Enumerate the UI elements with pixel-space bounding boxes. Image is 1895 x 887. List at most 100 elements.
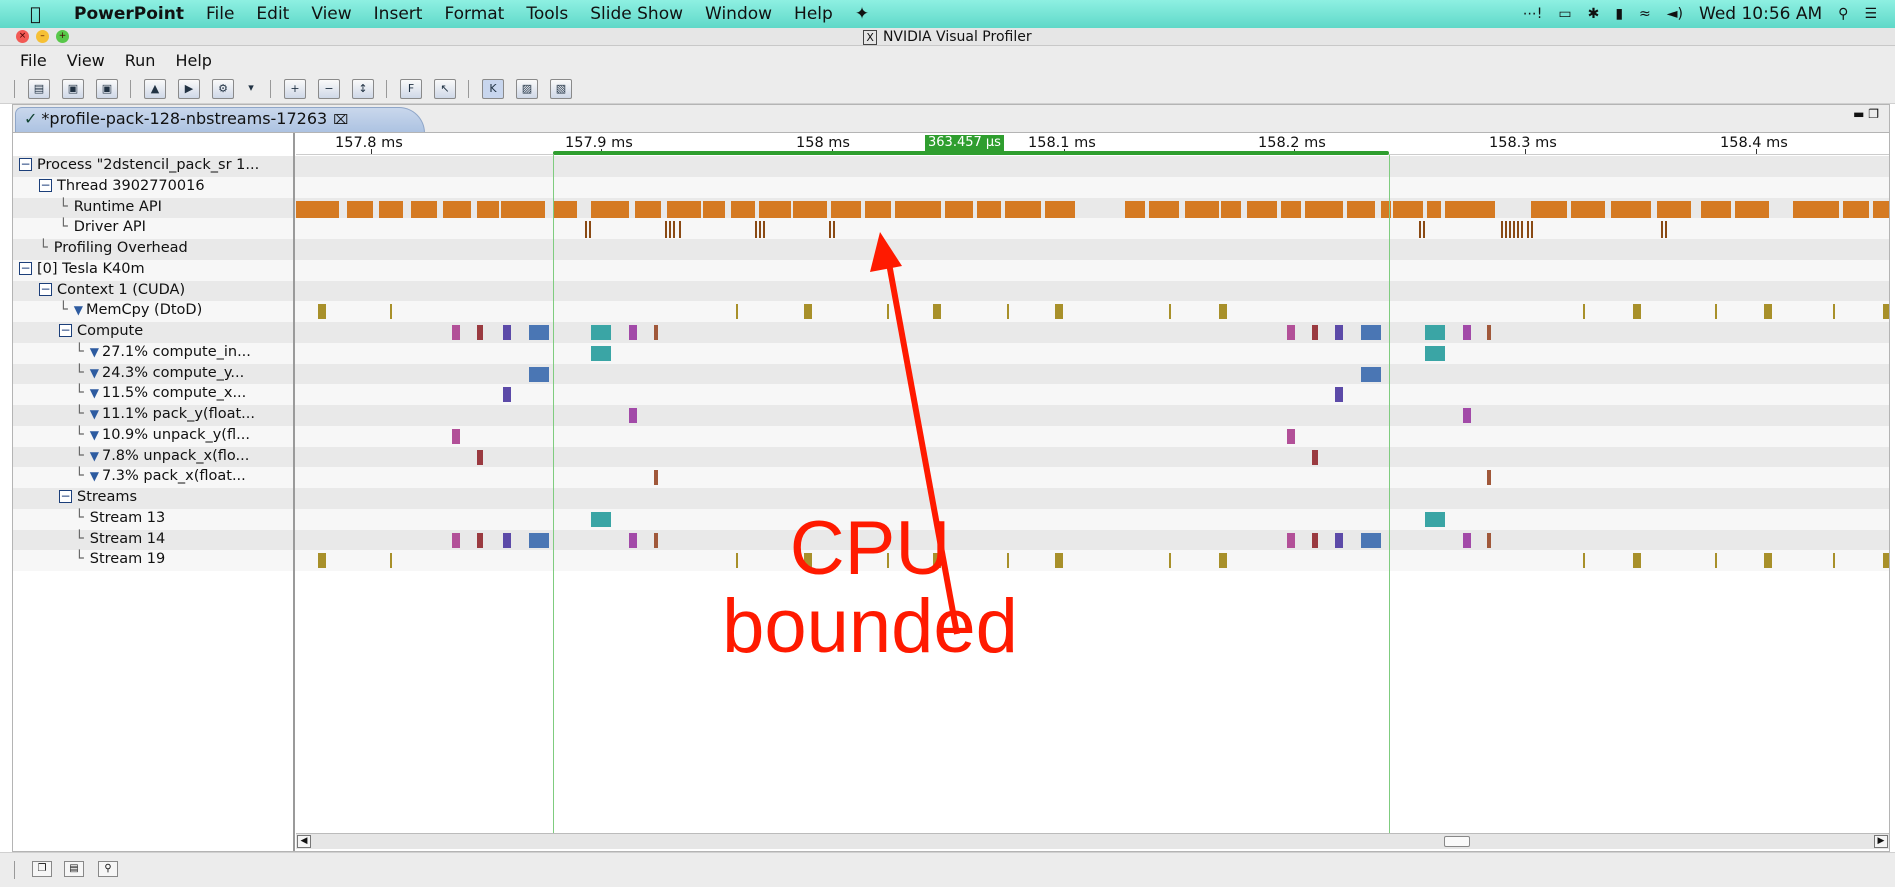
collapse-toggle-icon[interactable]: −	[59, 324, 72, 337]
scroll-left-icon[interactable]: ◀	[297, 835, 311, 848]
runtime-api-call[interactable]	[1735, 200, 1769, 218]
stream-14-kernel[interactable]	[529, 532, 549, 548]
timeline-canvas[interactable]: 157.8 ms 157.9 ms 158 ms 158.1 ms 158.2 ms 15…	[296, 133, 1889, 851]
apple-icon[interactable]: 	[30, 4, 60, 25]
tree-row[interactable]: └ Driver API	[59, 219, 146, 235]
status-icon[interactable]: ⋯!	[1523, 6, 1543, 22]
menu-window[interactable]: Window	[705, 4, 772, 24]
compute-x-kernel[interactable]	[503, 387, 511, 403]
runtime-api-call[interactable]	[1045, 200, 1075, 218]
tree-row[interactable]: └ ▼ 7.8% unpack_x(flo...	[75, 448, 249, 464]
new-session-icon[interactable]: ▤	[28, 79, 50, 99]
driver-api-call[interactable]	[1513, 221, 1515, 239]
tree-row[interactable]: └ ▼ 10.9% unpack_y(fl...	[75, 427, 250, 443]
runtime-api-call[interactable]	[1793, 200, 1839, 218]
tree-row[interactable]: └ ▼ MemCpy (DtoD)	[59, 302, 202, 318]
filter-funnel-icon[interactable]: ▼	[90, 469, 99, 483]
memcpy-dtod-op[interactable]	[736, 304, 738, 320]
compute-kernel[interactable]	[1361, 325, 1381, 340]
memcpy-dtod-op[interactable]	[390, 304, 392, 320]
driver-api-call[interactable]	[1419, 221, 1421, 239]
menu-slide-show[interactable]: Slide Show	[590, 4, 683, 24]
driver-api-call[interactable]	[1501, 221, 1503, 239]
memcpy-dtod-op[interactable]	[933, 304, 941, 320]
tree-row[interactable]: └ Profiling Overhead	[39, 240, 188, 256]
driver-api-call[interactable]	[665, 221, 667, 239]
spotlight-search-icon[interactable]: ⚲	[1838, 6, 1848, 22]
menu-insert[interactable]: Insert	[374, 4, 423, 24]
runtime-api-call[interactable]	[1125, 200, 1145, 218]
close-tab-icon[interactable]: ⌧	[333, 113, 348, 128]
compute-kernel[interactable]	[503, 325, 511, 340]
scroll-right-icon[interactable]: ▶	[1874, 835, 1888, 848]
driver-api-call[interactable]	[1423, 221, 1425, 239]
zoom-out-icon[interactable]: −	[318, 79, 340, 99]
compute-y-kernel[interactable]	[529, 366, 549, 382]
runtime-api-call[interactable]	[831, 200, 861, 218]
import-icon[interactable]: ▲	[144, 79, 166, 99]
driver-api-call[interactable]	[589, 221, 591, 239]
menu-app-name[interactable]: PowerPoint	[74, 4, 184, 24]
tree-row[interactable]: └ ▼ 11.5% compute_x...	[75, 385, 246, 401]
collapse-toggle-icon[interactable]: −	[19, 261, 32, 275]
compute-in-kernel[interactable]	[1425, 345, 1445, 361]
filter-funnel-icon[interactable]: ▼	[90, 428, 99, 442]
tree-row[interactable]: − Process "2dstencil_pack_sr 1...	[19, 157, 259, 173]
unpack-y-kernel[interactable]	[452, 428, 460, 444]
driver-api-call[interactable]	[1527, 221, 1529, 239]
menu-format[interactable]: Format	[444, 4, 504, 24]
tree-row[interactable]: − Compute	[59, 323, 143, 339]
runtime-api-call[interactable]	[1531, 200, 1567, 218]
runtime-api-call[interactable]	[1247, 200, 1277, 218]
tree-row[interactable]: − Streams	[59, 489, 137, 505]
stream-14-kernel[interactable]	[503, 532, 511, 548]
filter-funnel-icon[interactable]: ▼	[74, 303, 83, 317]
app-menu-help[interactable]: Help	[175, 51, 211, 70]
filter-funnel-icon[interactable]: ▼	[90, 407, 99, 421]
runtime-api-call[interactable]	[296, 200, 339, 218]
maximize-view-icon[interactable]: ❐	[1868, 107, 1879, 121]
stream-14-kernel[interactable]	[629, 532, 637, 548]
driver-api-call[interactable]	[1661, 221, 1663, 239]
stream-19-op[interactable]	[1764, 553, 1772, 569]
clear-filter-icon[interactable]: ↖	[434, 79, 456, 99]
profile-run-icon[interactable]: ⚙	[212, 79, 234, 99]
runtime-api-call[interactable]	[1281, 200, 1301, 218]
stream-14-kernel[interactable]	[1312, 532, 1318, 548]
app-menu-view[interactable]: View	[67, 51, 105, 70]
runtime-api-call[interactable]	[379, 200, 403, 218]
stream-19-op[interactable]	[318, 553, 326, 569]
menu-view[interactable]: View	[311, 4, 351, 24]
restore-view-icon[interactable]: ❐	[32, 861, 52, 877]
compute-kernel[interactable]	[452, 325, 460, 340]
details-view-icon[interactable]: ⚲	[98, 861, 118, 877]
filter-funnel-icon[interactable]: ▼	[90, 366, 99, 380]
battery-monitor-icon[interactable]: ▭	[1558, 6, 1571, 22]
tab-profile[interactable]: ✓ *profile-pack-128-nbstreams-17263 ⌧	[15, 107, 425, 133]
unpack-x-kernel[interactable]	[477, 449, 483, 465]
filter-funnel-icon[interactable]: ▼	[90, 449, 99, 463]
driver-api-call[interactable]	[755, 221, 757, 239]
selection-range-bar[interactable]	[553, 151, 1389, 155]
runtime-api-call[interactable]	[793, 200, 827, 218]
driver-api-call[interactable]	[1505, 221, 1507, 239]
stream-14-kernel[interactable]	[1361, 532, 1381, 548]
stream-14-kernel[interactable]	[1287, 532, 1295, 548]
memcpy-dtod-op[interactable]	[1007, 304, 1009, 320]
stream-19-op[interactable]	[390, 553, 392, 569]
runtime-api-call[interactable]	[1873, 200, 1889, 218]
wifi-icon[interactable]: ≈	[1639, 6, 1651, 22]
runtime-api-call[interactable]	[443, 200, 471, 218]
menu-help[interactable]: Help	[794, 4, 833, 24]
compute-kernel[interactable]	[1335, 325, 1343, 340]
tree-row[interactable]: └ Runtime API	[59, 199, 162, 215]
runtime-api-call[interactable]	[667, 200, 701, 218]
tree-row[interactable]: └ ▼ 11.1% pack_y(float...	[75, 406, 255, 422]
compute-kernel[interactable]	[1487, 325, 1491, 340]
compute-kernel[interactable]	[1463, 325, 1471, 340]
memcpy-dtod-op[interactable]	[1055, 304, 1063, 320]
minimize-view-icon[interactable]: ▬	[1853, 107, 1864, 121]
kernel-view-icon[interactable]: K	[482, 79, 504, 99]
driver-api-call[interactable]	[585, 221, 587, 239]
runtime-api-call[interactable]	[1427, 200, 1441, 218]
